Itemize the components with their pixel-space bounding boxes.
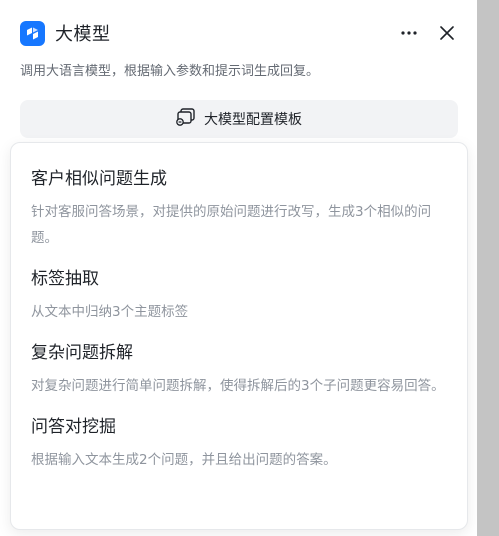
- panel-header: 大模型: [20, 20, 457, 46]
- template-option-question-decomposition[interactable]: 复杂问题拆解 对复杂问题进行简单问题拆解，使得拆解后的3个子问题更容易回答。: [31, 341, 447, 399]
- template-icon: [176, 108, 196, 130]
- config-template-button[interactable]: 大模型配置模板: [20, 100, 458, 138]
- scrollbar[interactable]: [477, 0, 499, 536]
- config-template-label: 大模型配置模板: [204, 112, 302, 128]
- template-option-similar-questions[interactable]: 客户相似问题生成 针对客服问答场景，对提供的原始问题进行改写，生成3个相似的问题…: [31, 167, 447, 251]
- panel-title: 大模型: [55, 24, 111, 45]
- template-option-description: 根据输入文本生成2个问题，并且给出问题的答案。: [31, 452, 337, 468]
- template-option-description: 对复杂问题进行简单问题拆解，使得拆解后的3个子问题更容易回答。: [31, 378, 445, 394]
- template-option-title: 标签抽取: [31, 269, 99, 289]
- close-icon[interactable]: [437, 23, 457, 43]
- template-dropdown: 客户相似问题生成 针对客服问答场景，对提供的原始问题进行改写，生成3个相似的问题…: [10, 142, 468, 530]
- llm-node-panel: 大模型 调用大语言模型，根据输入参数和提示词生成回复。 大模型配置模板 客户相似…: [0, 0, 477, 536]
- template-option-description: 从文本中归纳3个主题标签: [31, 304, 189, 320]
- panel-subtitle: 调用大语言模型，根据输入参数和提示词生成回复。: [20, 64, 320, 79]
- template-option-title: 客户相似问题生成: [31, 169, 167, 189]
- template-option-tag-extraction[interactable]: 标签抽取 从文本中归纳3个主题标签: [31, 267, 447, 325]
- template-option-description: 针对客服问答场景，对提供的原始问题进行改写，生成3个相似的问题。: [31, 204, 432, 246]
- llm-app-icon: [20, 20, 45, 46]
- template-option-title: 问答对挖掘: [31, 417, 116, 437]
- more-options-icon[interactable]: [399, 23, 419, 43]
- template-option-title: 复杂问题拆解: [31, 343, 133, 363]
- header-actions: [399, 23, 457, 43]
- template-option-qa-mining[interactable]: 问答对挖掘 根据输入文本生成2个问题，并且给出问题的答案。: [31, 415, 447, 473]
